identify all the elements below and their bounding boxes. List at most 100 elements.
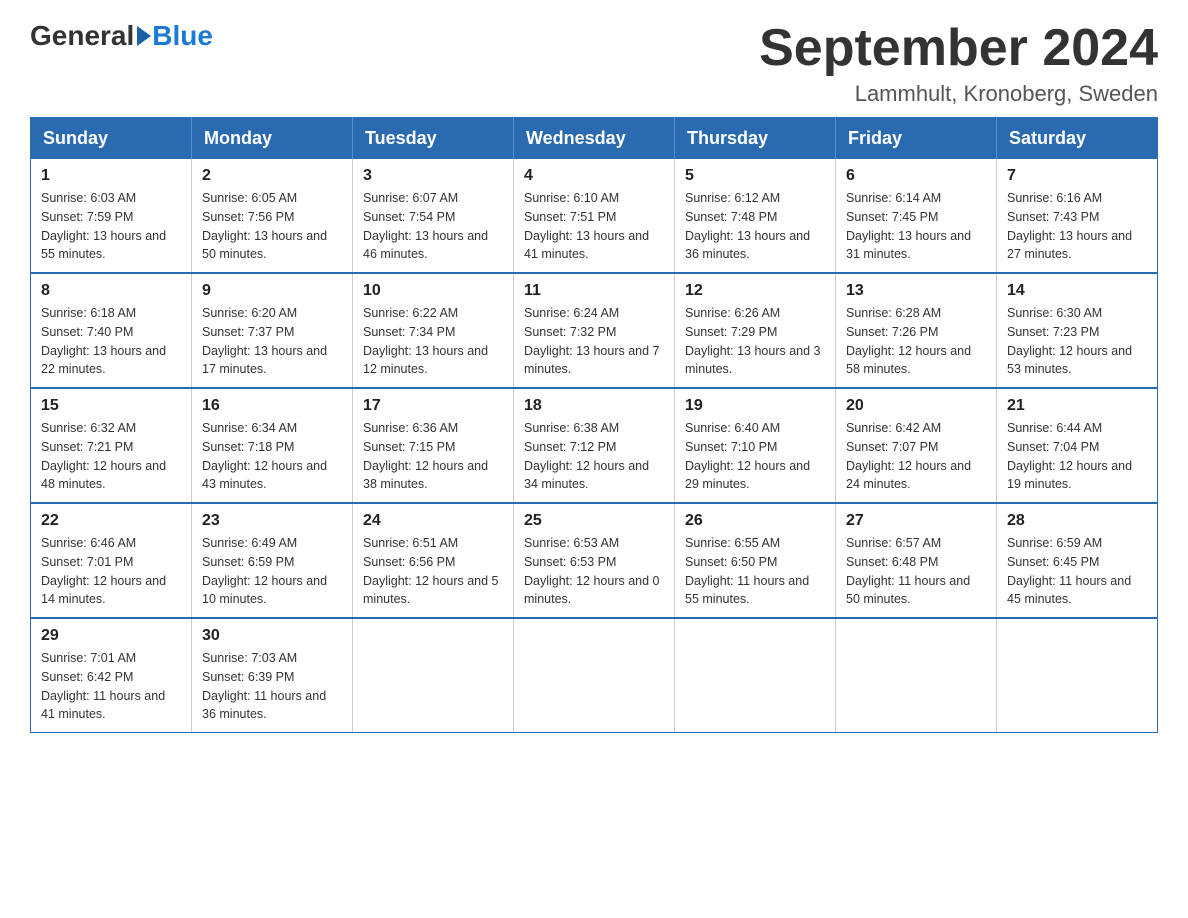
day-number-22: 22: [41, 512, 181, 530]
day-info-29: Sunrise: 7:01 AMSunset: 6:42 PMDaylight:…: [41, 649, 181, 724]
day-number-17: 17: [363, 397, 503, 415]
day-info-30: Sunrise: 7:03 AMSunset: 6:39 PMDaylight:…: [202, 649, 342, 724]
day-info-16: Sunrise: 6:34 AMSunset: 7:18 PMDaylight:…: [202, 419, 342, 494]
day-info-26: Sunrise: 6:55 AMSunset: 6:50 PMDaylight:…: [685, 534, 825, 609]
day-number-16: 16: [202, 397, 342, 415]
day-cell-11: 11 Sunrise: 6:24 AMSunset: 7:32 PMDayligh…: [514, 273, 675, 388]
day-number-12: 12: [685, 282, 825, 300]
day-cell-16: 16 Sunrise: 6:34 AMSunset: 7:18 PMDayligh…: [192, 388, 353, 503]
day-info-10: Sunrise: 6:22 AMSunset: 7:34 PMDaylight:…: [363, 304, 503, 379]
week-row-2: 8 Sunrise: 6:18 AMSunset: 7:40 PMDaylight…: [31, 273, 1158, 388]
day-cell-30: 30 Sunrise: 7:03 AMSunset: 6:39 PMDayligh…: [192, 618, 353, 733]
header-sunday: Sunday: [31, 118, 192, 160]
logo-general-text: General: [30, 20, 134, 52]
empty-cell-4-6: [997, 618, 1158, 733]
day-info-19: Sunrise: 6:40 AMSunset: 7:10 PMDaylight:…: [685, 419, 825, 494]
day-cell-26: 26 Sunrise: 6:55 AMSunset: 6:50 PMDayligh…: [675, 503, 836, 618]
day-info-20: Sunrise: 6:42 AMSunset: 7:07 PMDaylight:…: [846, 419, 986, 494]
day-cell-13: 13 Sunrise: 6:28 AMSunset: 7:26 PMDayligh…: [836, 273, 997, 388]
day-number-25: 25: [524, 512, 664, 530]
day-info-13: Sunrise: 6:28 AMSunset: 7:26 PMDaylight:…: [846, 304, 986, 379]
day-cell-23: 23 Sunrise: 6:49 AMSunset: 6:59 PMDayligh…: [192, 503, 353, 618]
day-cell-27: 27Sunrise: 6:57 AMSunset: 6:48 PMDayligh…: [836, 503, 997, 618]
day-info-15: Sunrise: 6:32 AMSunset: 7:21 PMDaylight:…: [41, 419, 181, 494]
day-number-24: 24: [363, 512, 503, 530]
day-number-4: 4: [524, 167, 664, 185]
day-info-24: Sunrise: 6:51 AMSunset: 6:56 PMDaylight:…: [363, 534, 503, 609]
empty-cell-4-4: [675, 618, 836, 733]
day-number-29: 29: [41, 627, 181, 645]
day-info-4: Sunrise: 6:10 AMSunset: 7:51 PMDaylight:…: [524, 189, 664, 264]
logo: General Blue: [30, 20, 213, 52]
day-info-25: Sunrise: 6:53 AMSunset: 6:53 PMDaylight:…: [524, 534, 664, 609]
day-info-8: Sunrise: 6:18 AMSunset: 7:40 PMDaylight:…: [41, 304, 181, 379]
month-year-title: September 2024: [759, 20, 1158, 77]
day-cell-7: 7 Sunrise: 6:16 AMSunset: 7:43 PMDaylight…: [997, 159, 1158, 273]
day-cell-12: 12 Sunrise: 6:26 AMSunset: 7:29 PMDayligh…: [675, 273, 836, 388]
day-info-9: Sunrise: 6:20 AMSunset: 7:37 PMDaylight:…: [202, 304, 342, 379]
day-cell-17: 17 Sunrise: 6:36 AMSunset: 7:15 PMDayligh…: [353, 388, 514, 503]
day-cell-6: 6Sunrise: 6:14 AMSunset: 7:45 PMDaylight…: [836, 159, 997, 273]
day-info-23: Sunrise: 6:49 AMSunset: 6:59 PMDaylight:…: [202, 534, 342, 609]
day-cell-1: 1Sunrise: 6:03 AMSunset: 7:59 PMDaylight…: [31, 159, 192, 273]
day-number-8: 8: [41, 282, 181, 300]
day-info-21: Sunrise: 6:44 AMSunset: 7:04 PMDaylight:…: [1007, 419, 1147, 494]
day-cell-28: 28Sunrise: 6:59 AMSunset: 6:45 PMDayligh…: [997, 503, 1158, 618]
day-number-2: 2: [202, 167, 342, 185]
title-section: September 2024 Lammhult, Kronoberg, Swed…: [759, 20, 1158, 107]
day-number-26: 26: [685, 512, 825, 530]
day-number-7: 7: [1007, 167, 1147, 185]
day-cell-4: 4 Sunrise: 6:10 AMSunset: 7:51 PMDaylight…: [514, 159, 675, 273]
day-number-30: 30: [202, 627, 342, 645]
day-number-19: 19: [685, 397, 825, 415]
day-cell-3: 3Sunrise: 6:07 AMSunset: 7:54 PMDaylight…: [353, 159, 514, 273]
day-number-18: 18: [524, 397, 664, 415]
week-row-3: 15Sunrise: 6:32 AMSunset: 7:21 PMDayligh…: [31, 388, 1158, 503]
day-cell-24: 24 Sunrise: 6:51 AMSunset: 6:56 PMDayligh…: [353, 503, 514, 618]
header-saturday: Saturday: [997, 118, 1158, 160]
day-info-5: Sunrise: 6:12 AMSunset: 7:48 PMDaylight:…: [685, 189, 825, 264]
empty-cell-4-3: [514, 618, 675, 733]
day-number-1: 1: [41, 167, 181, 185]
day-info-22: Sunrise: 6:46 AMSunset: 7:01 PMDaylight:…: [41, 534, 181, 609]
day-cell-21: 21 Sunrise: 6:44 AMSunset: 7:04 PMDayligh…: [997, 388, 1158, 503]
day-cell-15: 15Sunrise: 6:32 AMSunset: 7:21 PMDayligh…: [31, 388, 192, 503]
header-friday: Friday: [836, 118, 997, 160]
day-number-3: 3: [363, 167, 503, 185]
day-info-28: Sunrise: 6:59 AMSunset: 6:45 PMDaylight:…: [1007, 534, 1147, 609]
day-cell-18: 18 Sunrise: 6:38 AMSunset: 7:12 PMDayligh…: [514, 388, 675, 503]
day-number-5: 5: [685, 167, 825, 185]
header-thursday: Thursday: [675, 118, 836, 160]
day-number-6: 6: [846, 167, 986, 185]
empty-cell-4-2: [353, 618, 514, 733]
day-info-14: Sunrise: 6:30 AMSunset: 7:23 PMDaylight:…: [1007, 304, 1147, 379]
day-number-21: 21: [1007, 397, 1147, 415]
day-number-14: 14: [1007, 282, 1147, 300]
day-cell-22: 22 Sunrise: 6:46 AMSunset: 7:01 PMDayligh…: [31, 503, 192, 618]
day-info-7: Sunrise: 6:16 AMSunset: 7:43 PMDaylight:…: [1007, 189, 1147, 264]
day-info-17: Sunrise: 6:36 AMSunset: 7:15 PMDaylight:…: [363, 419, 503, 494]
day-cell-25: 25 Sunrise: 6:53 AMSunset: 6:53 PMDayligh…: [514, 503, 675, 618]
day-info-12: Sunrise: 6:26 AMSunset: 7:29 PMDaylight:…: [685, 304, 825, 379]
day-number-10: 10: [363, 282, 503, 300]
day-number-13: 13: [846, 282, 986, 300]
day-cell-9: 9Sunrise: 6:20 AMSunset: 7:37 PMDaylight…: [192, 273, 353, 388]
day-info-18: Sunrise: 6:38 AMSunset: 7:12 PMDaylight:…: [524, 419, 664, 494]
logo-arrow-icon: [137, 26, 151, 46]
day-number-23: 23: [202, 512, 342, 530]
location-subtitle: Lammhult, Kronoberg, Sweden: [759, 81, 1158, 107]
empty-cell-4-5: [836, 618, 997, 733]
page-header: General Blue September 2024 Lammhult, Kr…: [30, 20, 1158, 107]
day-cell-14: 14 Sunrise: 6:30 AMSunset: 7:23 PMDayligh…: [997, 273, 1158, 388]
day-cell-20: 20Sunrise: 6:42 AMSunset: 7:07 PMDayligh…: [836, 388, 997, 503]
header-wednesday: Wednesday: [514, 118, 675, 160]
day-cell-19: 19 Sunrise: 6:40 AMSunset: 7:10 PMDayligh…: [675, 388, 836, 503]
day-cell-5: 5 Sunrise: 6:12 AMSunset: 7:48 PMDaylight…: [675, 159, 836, 273]
logo-blue-text: Blue: [152, 20, 213, 52]
week-row-1: 1Sunrise: 6:03 AMSunset: 7:59 PMDaylight…: [31, 159, 1158, 273]
day-number-11: 11: [524, 282, 664, 300]
calendar-table: Sunday Monday Tuesday Wednesday Thursday…: [30, 117, 1158, 733]
weekday-header-row: Sunday Monday Tuesday Wednesday Thursday…: [31, 118, 1158, 160]
day-info-11: Sunrise: 6:24 AMSunset: 7:32 PMDaylight:…: [524, 304, 664, 379]
header-monday: Monday: [192, 118, 353, 160]
